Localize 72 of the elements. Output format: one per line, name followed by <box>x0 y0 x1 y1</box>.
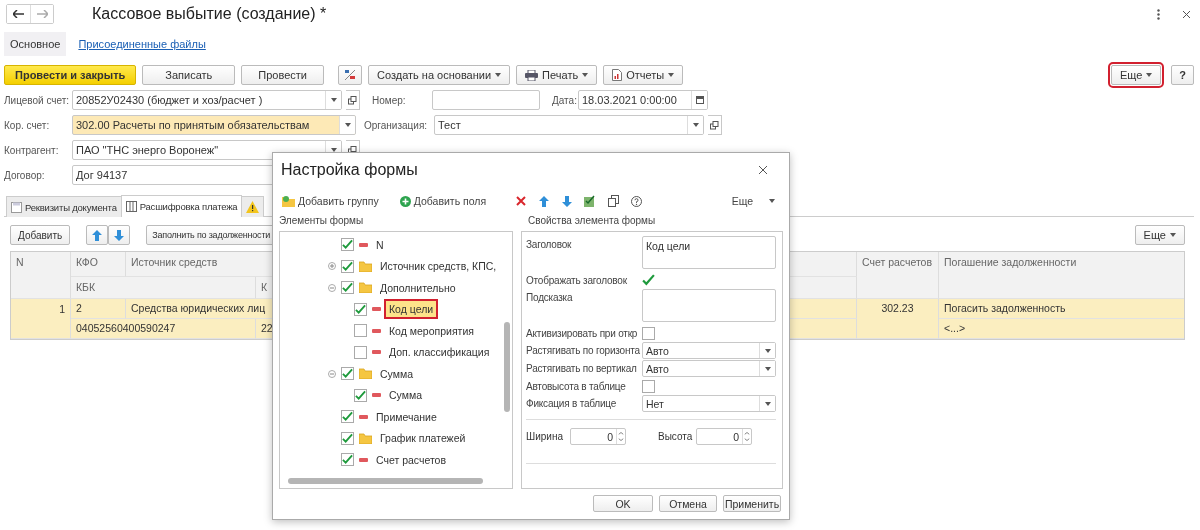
column-header[interactable]: Погашение задолженности <box>939 252 1184 299</box>
property-label: Фиксация в таблице <box>526 398 618 409</box>
column-header[interactable]: КБК <box>71 277 256 299</box>
field-label: Кор. счет: <box>4 119 51 131</box>
account-field[interactable]: 20852У02430 (бюджет и хоз/расчет ) <box>72 90 342 110</box>
more-button[interactable]: Еще <box>731 195 775 207</box>
field-label: Контрагент: <box>4 144 60 156</box>
column-header[interactable]: N <box>11 252 71 299</box>
add-button[interactable]: Добавить <box>10 225 71 245</box>
table-cell: 302.23 <box>857 299 939 339</box>
property-label: Высота <box>658 431 694 442</box>
tree-item[interactable]: Сумма <box>386 387 425 404</box>
add-field-button[interactable]: Добавить поля <box>399 195 487 207</box>
select-field[interactable]: Авто <box>642 360 776 377</box>
dialog-button[interactable]: Отмена <box>659 495 717 512</box>
table-cell: 04052560400590247 <box>71 319 256 339</box>
dialog-button[interactable]: OK <box>593 495 653 512</box>
tree-item[interactable]: N <box>373 236 387 253</box>
tree-item[interactable]: Код цели <box>386 301 437 318</box>
section-tab[interactable]: Основное <box>4 32 67 56</box>
panel-label: Свойства элемента формы <box>528 214 656 226</box>
column-header[interactable]: Счет расчетов <box>857 252 939 299</box>
tree-item[interactable]: Источник средств, КПС, <box>377 258 500 275</box>
menu-button[interactable]: Печать <box>516 65 598 85</box>
more-button[interactable]: Еще <box>1134 225 1185 245</box>
column-header[interactable]: КФО <box>71 252 126 277</box>
select-field[interactable]: Авто <box>642 342 776 359</box>
field-label: Дата: <box>552 94 574 106</box>
table-cell: 1 <box>11 299 71 339</box>
number-field[interactable]: 0 <box>696 428 752 445</box>
table-cell: <...> <box>939 319 1184 339</box>
select-field[interactable]: Нет <box>642 395 776 412</box>
property-label: Заголовок <box>526 238 573 250</box>
property-label: Автовысота в таблице <box>526 381 627 392</box>
organization-field[interactable]: Тест <box>434 115 704 135</box>
tree-item[interactable]: Сумма <box>377 365 416 382</box>
tab[interactable]: Реквизиты документа <box>6 196 122 217</box>
tree-item[interactable]: Доп. классификация <box>386 344 493 361</box>
post-and-close-button[interactable]: Провести и закрыть <box>4 65 137 85</box>
property-label: Отображать заголовок <box>526 275 628 286</box>
menu-button[interactable]: Отчеты <box>603 65 684 85</box>
tree-item[interactable]: Счет расчетов <box>373 451 450 468</box>
toolbar-button[interactable]: Провести <box>241 65 324 85</box>
number-field[interactable]: 0 <box>570 428 626 445</box>
tree-item[interactable]: Код мероприятия <box>386 322 477 339</box>
property-label: Растягивать по горизонта <box>526 345 641 356</box>
tree-item[interactable]: Примечание <box>373 408 440 425</box>
table-cell: 2 <box>71 299 126 319</box>
toolbar-button[interactable]: Записать <box>142 65 236 85</box>
tree-item[interactable]: Дополнительно <box>377 279 459 296</box>
property-label: Ширина <box>526 431 564 442</box>
field-label: Номер: <box>372 94 407 106</box>
window-title: Кассовое выбытие (создание) * <box>92 5 327 23</box>
field-label: Договор: <box>4 169 46 181</box>
panel-label: Элементы формы <box>279 214 365 226</box>
tab[interactable]: Расшифровка платежа <box>120 195 243 217</box>
property-label: Активизировать при откр <box>526 328 639 339</box>
property-field[interactable]: Код цели <box>642 236 776 269</box>
add-group-button[interactable]: Добавить группу <box>282 195 379 207</box>
table-cell: Погасить задолженность <box>939 299 1184 319</box>
section-tab[interactable]: Присоединенные файлы <box>72 32 212 56</box>
more-button[interactable]: Еще <box>1110 65 1162 85</box>
corr-account-field[interactable]: 302.00 Расчеты по принятым обязательствам <box>72 115 356 135</box>
date-field[interactable]: 18.03.2021 0:00:00 <box>578 90 708 110</box>
property-label: Растягивать по вертикал <box>526 363 638 374</box>
field-label: Организация: <box>364 119 429 131</box>
dialog-button[interactable]: Применить <box>723 495 781 512</box>
counterparty-field[interactable]: ПАО "ТНС энерго Воронеж" <box>72 140 342 160</box>
tree-item[interactable]: График платежей <box>377 430 469 447</box>
field-label: Лицевой счет: <box>4 94 68 106</box>
menu-button[interactable]: Создать на основании <box>368 65 511 85</box>
help-button[interactable]: ? <box>1171 65 1194 85</box>
